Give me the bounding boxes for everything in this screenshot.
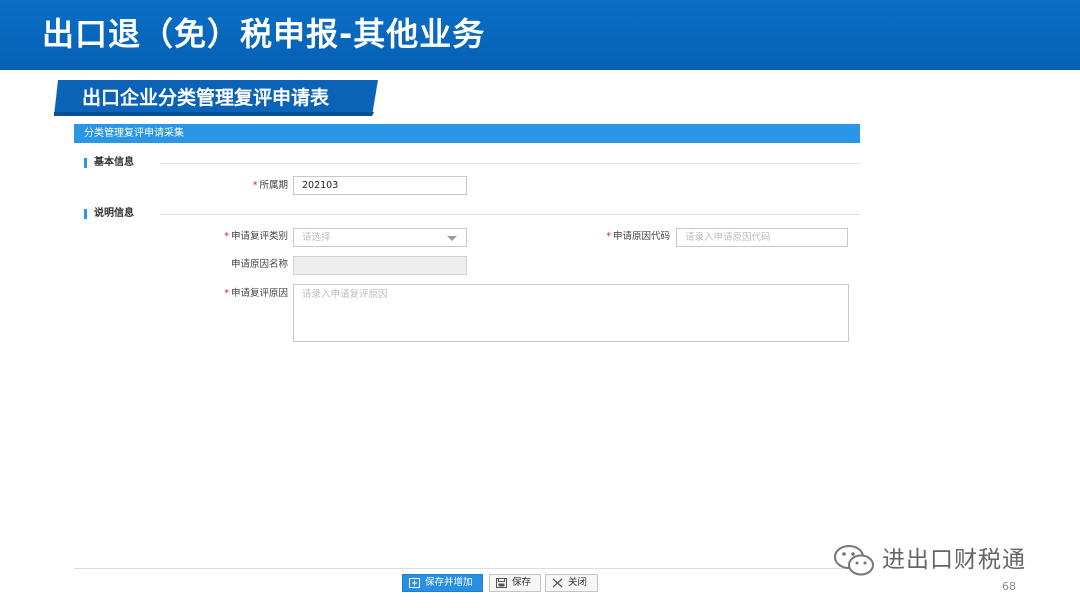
section-tag: 出口企业分类管理复评申请表: [54, 80, 378, 116]
close-button[interactable]: 关闭: [545, 574, 598, 592]
group-marker: [84, 209, 87, 219]
required-mark: *: [224, 288, 229, 299]
close-label: 关闭: [568, 577, 588, 588]
required-mark: *: [252, 180, 258, 191]
save-icon: [496, 578, 507, 588]
review-type-label-text: 申请复评类别: [230, 231, 288, 242]
reason-name-label-text: 申请原因名称: [230, 259, 288, 270]
reason-name-label: 申请原因名称: [180, 256, 288, 274]
page-number: 68: [1002, 580, 1016, 593]
chevron-down-icon: [447, 236, 457, 241]
review-reason-label: * 申请复评原因: [180, 285, 288, 303]
reason-code-label: * 申请原因代码: [560, 228, 670, 246]
review-reason-placeholder: 请录入申请复评原因: [302, 289, 388, 300]
review-reason-textarea[interactable]: 请录入申请复评原因: [293, 284, 849, 342]
save-button[interactable]: 保存: [489, 574, 541, 592]
watermark: 进出口财税通: [832, 540, 1025, 580]
save-label: 保存: [512, 577, 532, 588]
top-banner: 出口退（免）税申报-其他业务: [0, 0, 1080, 70]
review-type-placeholder: 请选择: [302, 232, 331, 243]
form-header-title: 分类管理复评申请采集: [84, 128, 184, 139]
reason-code-placeholder: 请录入申请原因代码: [685, 232, 771, 243]
period-label-text: 所属期: [259, 180, 288, 191]
save-and-add-label: 保存并增加: [425, 577, 473, 588]
required-mark: *: [606, 231, 611, 242]
period-value: 202103: [302, 180, 339, 191]
review-type-label: * 申请复评类别: [180, 228, 288, 246]
add-icon: [409, 578, 420, 588]
form-header: 分类管理复评申请采集: [74, 124, 860, 143]
footer-divider: [74, 568, 860, 569]
required-mark: *: [224, 231, 229, 242]
reason-code-label-text: 申请原因代码: [612, 231, 670, 242]
save-and-add-button[interactable]: 保存并增加: [402, 574, 483, 592]
wechat-icon: [834, 545, 874, 576]
period-label: * 所属期: [200, 177, 288, 195]
watermark-text: 进出口财税通: [882, 547, 1026, 573]
group-title-desc-text: 说明信息: [94, 208, 134, 219]
review-type-select[interactable]: 请选择: [293, 228, 467, 247]
reason-code-input[interactable]: 请录入申请原因代码: [676, 228, 848, 247]
group-divider: [160, 163, 860, 164]
reason-name-input: [293, 256, 467, 275]
period-input[interactable]: 202103: [293, 176, 467, 195]
slide-title: 出口退（免）税申报-其他业务: [42, 15, 486, 53]
review-reason-label-text: 申请复评原因: [230, 288, 288, 299]
group-marker: [84, 158, 87, 168]
group-divider: [160, 214, 860, 215]
section-tag-text: 出口企业分类管理复评申请表: [82, 87, 330, 109]
close-icon: [552, 578, 563, 588]
group-title-basic-text: 基本信息: [94, 157, 134, 168]
